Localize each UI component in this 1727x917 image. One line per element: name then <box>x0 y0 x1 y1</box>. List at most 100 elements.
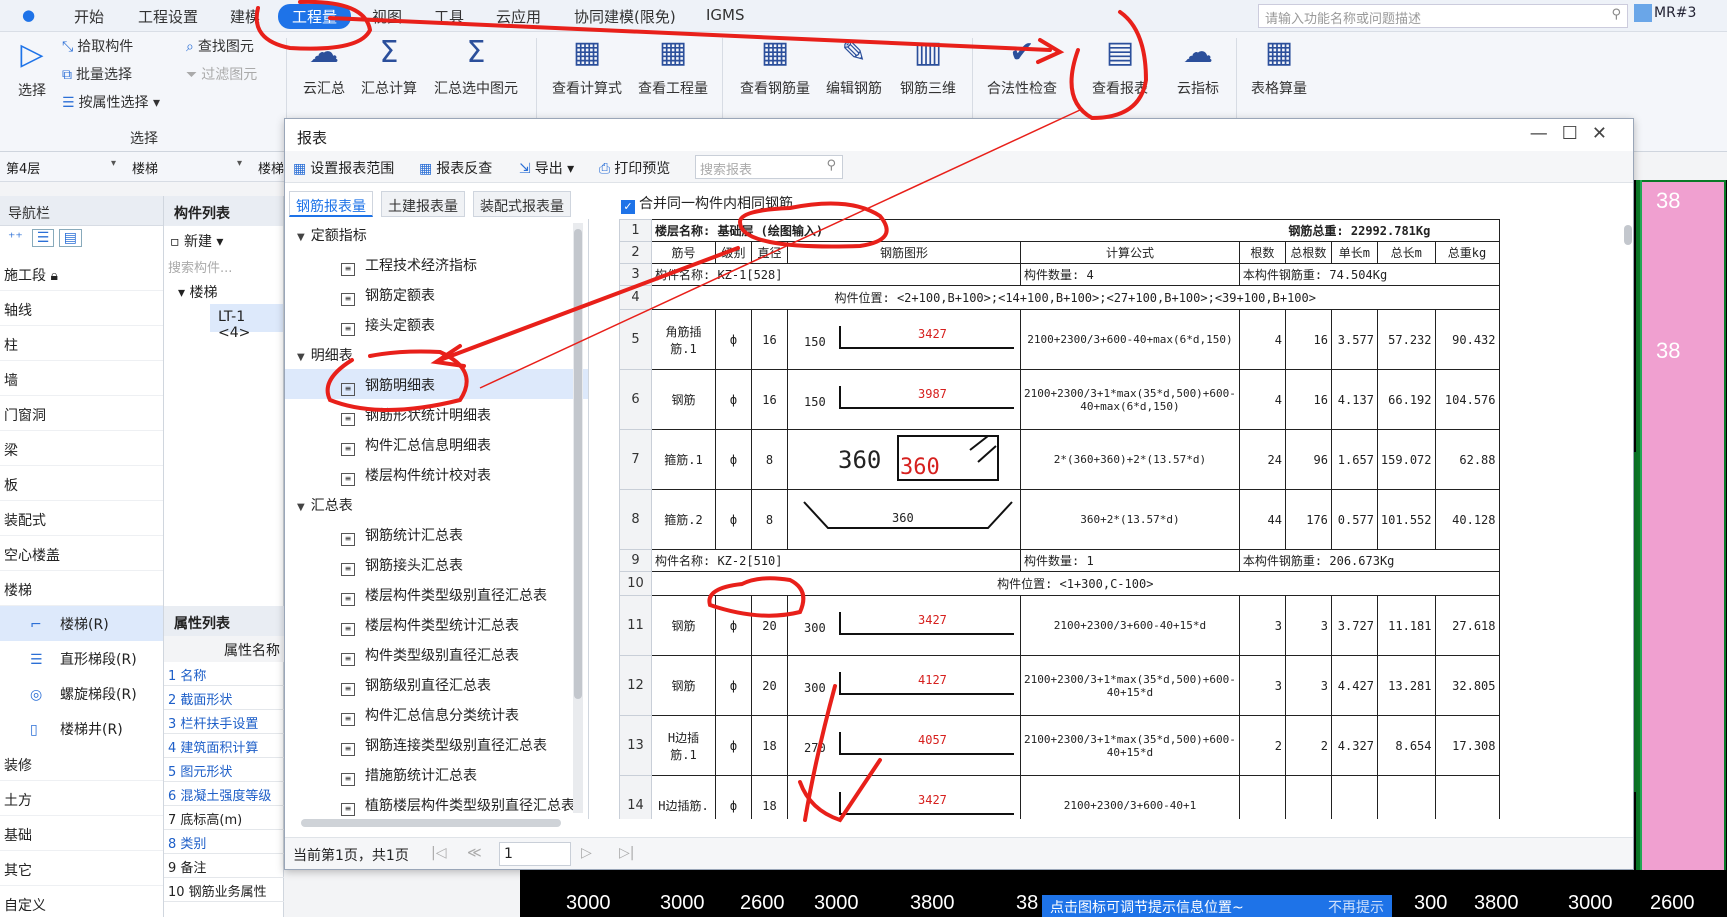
edit-rebar-button[interactable]: ✎ 编辑钢筋 <box>820 34 888 98</box>
table-row[interactable]: 8 箍筋.2 ф 8 360 360+2*(13.57*d) 44 176 0.577 101.5… <box>619 489 1500 550</box>
validity-check-button[interactable]: ✔ 合法性检查 <box>982 34 1062 98</box>
component-item[interactable]: LT-1 <4> <box>210 304 283 341</box>
table-row[interactable]: 1 楼层名称: 基础层 (绘图输入) 钢筋总重: 22992.781Kg <box>619 219 1500 242</box>
select-button[interactable]: ▷ 选择 <box>10 36 54 100</box>
tree-item[interactable]: ≡ 楼层构件统计校对表 <box>285 459 588 489</box>
floor-select[interactable]: 第4层 ▾ <box>2 156 120 178</box>
table-row[interactable]: 9 构件名称: KZ-2[510] 构件数量: 1 本构件钢筋重: 206.673Kg <box>619 549 1500 572</box>
nav-item-beam[interactable]: 梁 <box>0 431 163 466</box>
view-formula-button[interactable]: ▦ 查看计算式 <box>546 34 628 98</box>
table-row[interactable]: 2 筋号 级别 直径 钢筋图形 计算公式 根数 总根数 单长m 总长m 总重kg <box>619 241 1500 264</box>
view-rebar-button[interactable]: ▦ 查看钢筋量 <box>734 34 816 98</box>
nav-item-finish[interactable]: 装修 <box>0 746 163 781</box>
tree-item[interactable]: ≡ 钢筋定额表 <box>285 279 588 309</box>
table-row[interactable]: 6 钢筋 ф 16 150 3987 2100+2300/3+1*max(35*d,500)… <box>619 369 1500 430</box>
tree-item[interactable]: ≡ 构件汇总信息明细表 <box>285 429 588 459</box>
nav-sub-straight-flight[interactable]: ☰ 直形梯段(R) <box>0 641 163 676</box>
scroll-thumb[interactable] <box>1624 225 1632 245</box>
batch-select-button[interactable]: ⧉ 批量选择 <box>62 64 132 84</box>
tree-item[interactable]: ≡ 钢筋统计汇总表 <box>285 519 588 549</box>
rebar-3d-button[interactable]: ▥ 钢筋三维 <box>894 34 962 98</box>
tree-item[interactable]: ≡ 工程技术经济指标 <box>285 249 588 279</box>
first-page-icon[interactable]: |◁ <box>431 845 446 861</box>
view-report-button[interactable]: ▤ 查看报表 <box>1084 34 1156 98</box>
table-row[interactable]: 5 角筋插筋.1 ф 16 150 3427 2100+2300/3+600-40+max(… <box>619 309 1500 370</box>
attr-row[interactable]: 7 底标高(m) <box>164 806 284 830</box>
component-group[interactable]: ▾ 楼梯 <box>164 278 283 304</box>
cloud-summary-button[interactable]: ☁ 云汇总 <box>298 34 350 98</box>
set-report-range-button[interactable]: ▦ 设置报表范围 <box>293 158 394 178</box>
table-row[interactable]: 4 构件位置: <2+100,B+100>;<14+100,B+100>;<27+… <box>619 285 1500 310</box>
next-page-icon[interactable]: ▷ <box>581 845 592 861</box>
nav-item-hollow-floor[interactable]: 空心楼盖 <box>0 536 163 571</box>
tree-item[interactable]: ≡ 钢筋接头汇总表 <box>285 549 588 579</box>
nav-item-foundation[interactable]: 基础 <box>0 816 163 851</box>
tree-item[interactable]: ≡ 钢筋连接类型级别直径汇总表 <box>285 729 588 759</box>
menu-start[interactable]: 开始 <box>74 6 104 27</box>
user-area[interactable]: MR#3 <box>1634 4 1696 22</box>
table-row[interactable]: 3 构件名称: KZ-1[528] 构件数量: 4 本构件钢筋重: 74.504Kg <box>619 263 1500 286</box>
menu-igms[interactable]: IGMS <box>706 6 745 24</box>
nav-item-door-window[interactable]: 门窗洞 <box>0 396 163 431</box>
menu-cloud[interactable]: 云应用 <box>496 6 541 27</box>
nav-item-wall[interactable]: 墙 <box>0 361 163 396</box>
nav-item-custom[interactable]: 自定义 <box>0 886 163 917</box>
tree-item[interactable]: ≡ 楼层构件类型级别直径汇总表 <box>285 579 588 609</box>
tree-group[interactable]: ▼ 定额指标 <box>285 219 588 249</box>
table-row[interactable]: 12 钢筋 ф 20 300 4127 2100+2300/3+1*max(35*d,500… <box>619 655 1500 716</box>
tree-item[interactable]: ≡ 钢筋级别直径汇总表 <box>285 669 588 699</box>
tab-prefab-report[interactable]: 装配式报表量 <box>473 191 571 217</box>
attr-row[interactable]: 6 混凝土强度等级 <box>164 782 284 806</box>
menu-tools[interactable]: 工具 <box>434 6 464 27</box>
menu-quantity[interactable]: 工程量 <box>278 4 352 29</box>
attr-row[interactable]: 1 名称 <box>164 662 284 686</box>
nav-item-axis[interactable]: 轴线 <box>0 291 163 326</box>
detail-view-icon[interactable]: ▤ <box>58 229 82 247</box>
new-component-button[interactable]: ▫ 新建 ▾ <box>164 226 283 254</box>
table-row[interactable]: 13 H边插筋.1 ф 18 270 4057 2100+2300/3+1*max(35*d… <box>619 715 1500 776</box>
table-row[interactable]: 10 构件位置: <1+300,C-100> <box>619 571 1500 596</box>
attr-row[interactable]: 3 栏杆扶手设置 <box>164 710 284 734</box>
component-search-input[interactable]: 搜索构件... <box>164 254 283 278</box>
menu-project-settings[interactable]: 工程设置 <box>138 6 198 27</box>
tree-item[interactable]: ≡ 植筋楼层构件类型级别直径汇总表 <box>285 789 588 819</box>
attr-row[interactable]: 9 备注 <box>164 854 284 878</box>
prev-page-icon[interactable]: ≪ <box>467 845 482 861</box>
nav-item-other[interactable]: 其它 <box>0 851 163 886</box>
find-element-button[interactable]: ⌕ 查找图元 <box>186 36 254 56</box>
tab-rebar-report[interactable]: 钢筋报表量 <box>289 191 373 217</box>
tab-civil-report[interactable]: 土建报表量 <box>381 191 465 217</box>
print-preview-button[interactable]: ⎙ 打印预览 <box>599 158 670 178</box>
nav-sub-stair[interactable]: ⌐ 楼梯(R) <box>0 606 163 641</box>
menu-collab[interactable]: 协同建模(限免) <box>574 6 676 27</box>
tree-group[interactable]: ▼ 明细表 <box>285 339 588 369</box>
maximize-icon[interactable]: ☐ <box>1562 123 1592 144</box>
summary-selected-button[interactable]: Σ 汇总选中图元 <box>428 34 524 98</box>
nav-sub-stairwell[interactable]: ▯ 楼梯井(R) <box>0 711 163 746</box>
component-list-tab[interactable]: 构件列表 <box>164 196 283 226</box>
sub-select[interactable]: 楼梯 <box>254 156 288 178</box>
close-icon[interactable]: ✕ <box>1592 123 1621 144</box>
tree-scrollbar[interactable] <box>573 223 583 813</box>
nav-item-column[interactable]: 柱 <box>0 326 163 361</box>
table-row[interactable]: 14 H边插筋. ф 18 3427 2100+2300/3+600-40+1 <box>619 775 1500 819</box>
pick-component-button[interactable]: ⤡ 拾取构件 <box>62 36 133 56</box>
tree-item[interactable]: ≡ 措施筋统计汇总表 <box>285 759 588 789</box>
attr-row[interactable]: 10 钢筋业务属性 <box>164 878 284 902</box>
nav-item-stairs[interactable]: 楼梯 <box>0 571 163 606</box>
list-view-icon[interactable]: ☰ <box>31 229 55 247</box>
tip-bar[interactable]: 点击图标可调节提示信息位置~ 不再提示 <box>1042 895 1392 917</box>
attr-row[interactable]: 5 图元形状 <box>164 758 284 782</box>
tip-dismiss-button[interactable]: 不再提示 <box>1328 897 1384 917</box>
tree-item[interactable]: ≡ 接头定额表 <box>285 309 588 339</box>
export-button[interactable]: ⇲ 导出 ▾ <box>519 158 574 178</box>
merge-same-rebar-checkbox[interactable]: ✓ 合并同一构件内相同钢筋 <box>621 193 793 214</box>
tree-group[interactable]: ▼ 汇总表 <box>285 489 588 519</box>
menu-modeling[interactable]: 建模 <box>230 6 260 27</box>
nav-sub-spiral-flight[interactable]: ◎ 螺旋梯段(R) <box>0 676 163 711</box>
attr-row[interactable]: 4 建筑面积计算 <box>164 734 284 758</box>
pin-icon[interactable]: ⁺⁺ <box>8 230 23 246</box>
tree-item[interactable]: ≡ 钢筋形状统计明细表 <box>285 399 588 429</box>
nav-item-prefab[interactable]: 装配式 <box>0 501 163 536</box>
table-row[interactable]: 7 箍筋.1 ф 8 360 360 2*(360+360)+2*(13.57*d) 24 96… <box>619 429 1500 490</box>
